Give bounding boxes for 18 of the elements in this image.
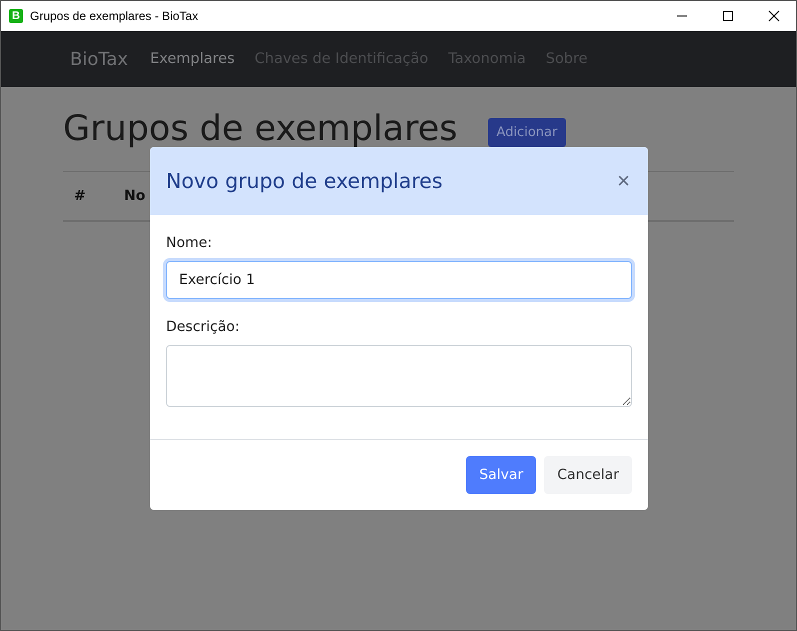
column-header: No xyxy=(124,188,146,204)
column-header: # xyxy=(74,188,87,204)
brand-link[interactable]: BioTax xyxy=(70,48,128,70)
close-icon[interactable] xyxy=(768,10,780,22)
app-icon: B xyxy=(9,9,23,23)
modal-title: Novo grupo de exemplares xyxy=(166,169,443,193)
maximize-icon[interactable] xyxy=(722,10,734,22)
add-button[interactable]: Adicionar xyxy=(488,118,566,146)
field-label: Descrição: xyxy=(166,319,241,335)
nav-link[interactable]: Exemplares xyxy=(150,51,235,67)
name-field[interactable]: Exercício 1 xyxy=(166,261,632,299)
cancel-button[interactable]: Cancelar xyxy=(544,456,632,494)
field-label: Nome: xyxy=(166,235,214,251)
window-title: Grupos de exemplares - BioTax xyxy=(30,9,198,23)
description-field[interactable] xyxy=(166,345,632,407)
close-button[interactable]: × xyxy=(615,168,632,194)
page-heading: Grupos de exemplares xyxy=(63,109,458,149)
save-button[interactable]: Salvar xyxy=(466,456,536,494)
